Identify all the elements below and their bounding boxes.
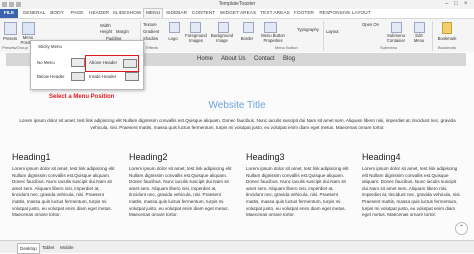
menu-position-icon[interactable] — [22, 22, 35, 35]
close-icon[interactable]: × — [464, 1, 468, 8]
window-title: TemplateToaster — [218, 1, 256, 7]
gradient-button[interactable]: Gradient — [143, 29, 167, 34]
tab-tablet[interactable]: Tablet — [40, 243, 56, 252]
tab-widget-areas[interactable]: WIDGET AREAS — [218, 9, 258, 18]
option-below-header[interactable]: Below Header — [37, 74, 65, 79]
group-label: Presets/Group — [2, 45, 28, 50]
column-heading: Heading2 — [129, 152, 168, 162]
ribbon-separator — [432, 21, 433, 51]
border-icon[interactable] — [243, 22, 254, 33]
column-text: Lorem ipsum dolor sit amet, test link ad… — [246, 166, 349, 218]
tab-general[interactable]: GENERAL — [21, 9, 47, 18]
nav-link-contact[interactable]: Contact — [254, 53, 275, 66]
background-image-button[interactable]: Background Image — [209, 33, 235, 43]
nav-link-home[interactable]: Home — [197, 53, 213, 66]
ribbon-separator — [323, 21, 324, 51]
tab-menu[interactable]: MENU — [143, 8, 163, 18]
group-label: Submenu — [380, 45, 398, 50]
content-column: Heading3 Lorem ipsum dolor sit amet, tes… — [246, 151, 350, 219]
layout-button[interactable]: Layout — [326, 29, 346, 34]
tab-desktop[interactable]: Desktop — [17, 243, 40, 254]
above-header-thumbnail[interactable] — [123, 59, 137, 68]
tab-slideshow[interactable]: SLIDESHOW — [112, 9, 142, 18]
tab-footer[interactable]: FOOTER — [292, 9, 316, 18]
scroll-top-button[interactable]: ⌃ — [455, 222, 468, 235]
column-heading: Heading3 — [246, 152, 285, 162]
bookmark-button[interactable]: Bookmark — [434, 36, 460, 41]
texture-button[interactable]: Texture — [143, 22, 167, 27]
minimize-icon[interactable]: – — [445, 1, 448, 8]
menu-button-properties-icon[interactable] — [264, 22, 277, 33]
edit-menu-icon[interactable] — [414, 22, 425, 33]
content-column: Heading1 Lorem ipsum dolor sit amet, tes… — [12, 151, 116, 219]
column-text: Lorem ipsum dolor sit amet, test link ad… — [12, 166, 115, 218]
typography-button[interactable]: Typography — [295, 27, 321, 32]
tab-text-areas[interactable]: TEXT AREAS — [259, 9, 291, 18]
border-button[interactable]: Border — [236, 36, 258, 41]
tab-responsive-layout[interactable]: RESPONSIVE LAYOUT — [317, 9, 373, 18]
no-menu-thumbnail[interactable] — [71, 58, 85, 67]
maximize-icon[interactable]: □ — [454, 1, 458, 8]
group-label: Bookmark — [438, 45, 457, 50]
edit-menu-button[interactable]: Edit Menu — [409, 33, 429, 43]
tab-header[interactable]: HEADER — [88, 9, 110, 18]
save-icon[interactable] — [9, 2, 14, 7]
annotation-label: Select a Menu Position — [49, 94, 115, 100]
intro-text: Lorem ipsum dolor sit amet, test link ad… — [19, 118, 456, 130]
below-header-thumbnail[interactable] — [71, 72, 85, 81]
device-tabs: Desktop Tablet Mobile — [0, 240, 474, 254]
presets-icon[interactable] — [4, 22, 17, 35]
tab-mobile[interactable]: Mobile — [58, 243, 76, 252]
logo-icon[interactable] — [169, 22, 180, 33]
undo-icon[interactable] — [16, 2, 21, 7]
tab-body[interactable]: BODY — [48, 9, 66, 18]
column-heading: Heading4 — [362, 152, 401, 162]
option-above-header-selected[interactable]: Above Header — [85, 55, 139, 72]
column-text: Lorem ipsum dolor sit amet, test link ad… — [362, 166, 461, 218]
foreground-images-button[interactable]: Foreground Images — [183, 33, 209, 43]
column-text: Lorem ipsum dolor sit amet, test link ad… — [129, 166, 232, 218]
nav-link-blog[interactable]: Blog — [283, 53, 295, 66]
group-label: Menu Button — [275, 45, 298, 50]
submenu-container-button[interactable]: Submenu Container — [383, 33, 409, 43]
content-column: Heading2 Lorem ipsum dolor sit amet, tes… — [129, 151, 233, 219]
nav-link-about[interactable]: About Us — [221, 53, 246, 66]
column-heading: Heading1 — [12, 152, 51, 162]
submenu-container-icon[interactable] — [391, 22, 402, 33]
tab-sidebar[interactable]: SIDEBAR — [164, 9, 189, 18]
width-button[interactable]: Width — [100, 23, 122, 28]
background-image-icon[interactable] — [218, 22, 229, 33]
inside-header-thumbnail[interactable] — [125, 72, 139, 81]
foreground-images-icon[interactable] — [190, 22, 201, 33]
tab-content[interactable]: CONTENT — [190, 9, 217, 18]
sticky-menu-option[interactable]: Sticky Menu — [38, 44, 62, 49]
bookmark-icon[interactable] — [442, 22, 452, 34]
menu-button-properties-button[interactable]: Menu Button Properties — [258, 33, 288, 43]
site-title[interactable]: Website Title — [0, 100, 474, 111]
open-on-button[interactable]: Open On — [362, 22, 388, 27]
logo-button[interactable]: Logo — [164, 36, 182, 41]
title-bar: TemplateToaster – □ × — [0, 0, 474, 9]
app-icon — [2, 2, 7, 7]
tab-file[interactable]: FILE — [0, 9, 18, 18]
tab-page[interactable]: PAGE — [68, 9, 86, 18]
option-no-menu[interactable]: No Menu — [37, 60, 55, 65]
group-label: Effects — [146, 45, 159, 50]
margin-button[interactable]: Margin — [116, 29, 140, 34]
content-column: Heading4 Lorem ipsum dolor sit amet, tes… — [362, 151, 462, 219]
option-above-header[interactable]: Above Header — [89, 60, 117, 65]
ribbon-tabs: FILE GENERAL BODY PAGE HEADER SLIDESHOW … — [0, 8, 474, 19]
option-inside-header[interactable]: Inside Header — [89, 74, 116, 79]
